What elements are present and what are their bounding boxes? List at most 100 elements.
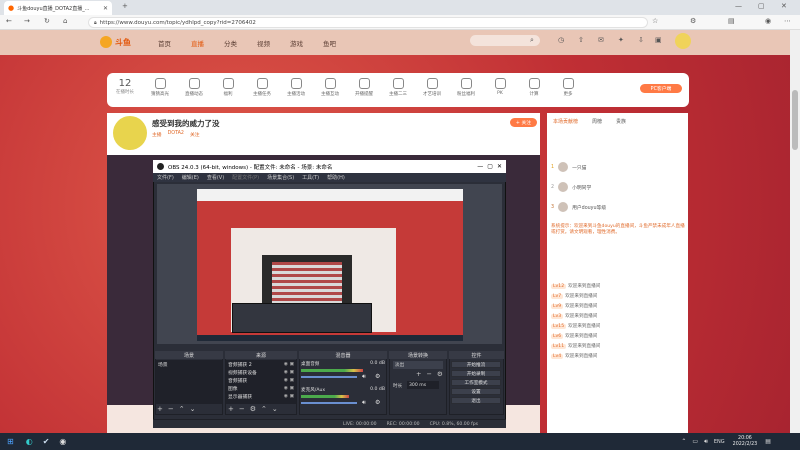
scene-up-icon[interactable]: ⌃ <box>179 405 185 413</box>
duration-input[interactable]: 300 ms <box>407 381 439 389</box>
chat-message[interactable]: Lv6 欢迎来到直播间 <box>551 333 685 339</box>
mixer-settings-icon[interactable]: ⚙ <box>375 373 380 380</box>
feature-item[interactable]: 主播任务 <box>247 78 277 97</box>
settings-button[interactable]: 设置 <box>451 388 501 395</box>
close-window-icon[interactable]: ✕ <box>781 2 787 10</box>
start-streaming-button[interactable]: 开始推流 <box>451 361 501 368</box>
address-bar[interactable]: 🔒︎ https://www.douyu.com/topic/ydhlpd_co… <box>88 17 648 28</box>
obs-menu-view[interactable]: 查看(V) <box>207 174 224 181</box>
follow-button[interactable]: + 关注 <box>510 118 537 127</box>
steam-icon[interactable]: ✔ <box>43 437 50 446</box>
feature-item[interactable]: 计算 <box>519 78 549 97</box>
feature-item[interactable]: 开播提醒 <box>349 78 379 97</box>
chat-message[interactable]: Lv9 欢迎来到直播间 <box>551 303 685 309</box>
room-tag[interactable]: 关注 <box>190 131 200 138</box>
chat-message[interactable]: Lv4 欢迎来到直播间 <box>551 353 685 359</box>
visibility-lock-icons[interactable]: ◉ ▣ <box>284 362 294 367</box>
mixer-settings-icon[interactable]: ⚙ <box>375 399 380 406</box>
feature-item[interactable]: 更多 <box>553 78 583 97</box>
chat-message[interactable]: Lv15 欢迎来到直播间 <box>551 323 685 329</box>
message-icon[interactable]: ✉ <box>598 36 604 44</box>
rank-row[interactable]: 1 一只猫 <box>551 160 685 174</box>
studio-mode-button[interactable]: 工作室模式 <box>451 379 501 386</box>
nav-item-game[interactable]: 游戏 <box>290 38 303 48</box>
feature-item[interactable]: PK <box>485 78 515 96</box>
volume-slider[interactable] <box>301 376 357 378</box>
new-tab-icon[interactable]: + <box>122 2 128 10</box>
site-logo[interactable]: 斗鱼 <box>100 36 131 48</box>
source-settings-icon[interactable]: ⚙ <box>250 405 256 413</box>
remove-transition-icon[interactable]: − <box>426 370 431 378</box>
visibility-lock-icons[interactable]: ◉ ▣ <box>284 370 294 375</box>
feature-item[interactable]: 粉丝福利 <box>451 78 481 97</box>
room-tag[interactable]: DOTA2 <box>168 131 184 138</box>
scene-down-icon[interactable]: ⌄ <box>190 405 196 413</box>
speaker-icon[interactable]: 🔊︎ <box>362 399 366 407</box>
chat-message[interactable]: Lv3 欢迎来到直播间 <box>551 313 685 319</box>
upload-icon[interactable]: ⇧ <box>578 36 584 44</box>
forward-icon[interactable]: → <box>24 17 30 25</box>
add-transition-icon[interactable]: + <box>416 370 421 378</box>
feature-item[interactable]: 主播二三 <box>383 78 413 97</box>
search-icon[interactable]: ⌕ <box>530 36 534 45</box>
maximize-icon[interactable]: ▢ <box>758 2 765 10</box>
refresh-icon[interactable]: ↻ <box>44 17 50 25</box>
edge-browser-icon[interactable]: ◐ <box>26 437 33 446</box>
obs-menu-edit[interactable]: 编辑(E) <box>182 174 199 181</box>
back-icon[interactable]: ← <box>6 17 12 25</box>
feature-item[interactable]: 猜猜高光 <box>145 78 175 97</box>
source-item[interactable]: 音频捕获 2 ◉ ▣ <box>226 360 296 368</box>
volume-icon[interactable]: 🔊︎ <box>704 438 708 446</box>
source-list[interactable]: 音频捕获 2 ◉ ▣ 视频捕获设备 ◉ ▣ 音频捕获 ◉ ▣ 图像 ◉ ▣ 显示器捕获 ◉ ▣ <box>226 360 296 404</box>
pc-client-button[interactable]: PC客户端 <box>640 84 682 93</box>
page-scroll-thumb[interactable] <box>792 90 798 150</box>
scene-item[interactable]: 场景 <box>156 360 222 369</box>
feature-item[interactable]: 主播互动 <box>315 78 345 97</box>
rank-row[interactable]: 2 小明同学 <box>551 180 685 194</box>
exit-button[interactable]: 退出 <box>451 397 501 404</box>
nav-item-category[interactable]: 分类 <box>224 38 237 48</box>
source-item[interactable]: 图像 ◉ ▣ <box>226 384 296 392</box>
start-recording-button[interactable]: 开始录制 <box>451 370 501 377</box>
volume-slider[interactable] <box>301 402 357 404</box>
source-up-icon[interactable]: ⌃ <box>261 405 267 413</box>
obs-menu-scene-collection[interactable]: 场景集合(S) <box>267 174 294 181</box>
visibility-lock-icons[interactable]: ◉ ▣ <box>284 378 294 383</box>
tab-contribution[interactable]: 本场贡献榜 <box>553 118 578 125</box>
notification-icon[interactable]: ✦ <box>618 36 624 44</box>
download-icon[interactable]: ⇩ <box>638 36 644 44</box>
feature-item[interactable]: 主播活动 <box>281 78 311 97</box>
visibility-lock-icons[interactable]: ◉ ▣ <box>284 394 294 399</box>
home-icon[interactable]: ⌂ <box>63 17 67 25</box>
browser-tab[interactable]: ● 斗鱼douyu直播_DOTA2直播_... ✕ <box>4 1 112 15</box>
clock[interactable]: 20:06 2022/2/23 <box>733 436 758 448</box>
nav-item-video[interactable]: 视频 <box>257 38 270 48</box>
close-tab-icon[interactable]: ✕ <box>103 5 108 12</box>
nav-item-home[interactable]: 首页 <box>158 38 171 48</box>
obs-menu-file[interactable]: 文件(F) <box>157 174 174 181</box>
obs-menu-profile[interactable]: 配置文件(P) <box>232 174 259 181</box>
source-item[interactable]: 音频捕获 ◉ ▣ <box>226 376 296 384</box>
anchor-avatar[interactable] <box>113 116 147 150</box>
windows-start-icon[interactable]: ⊞ <box>7 437 14 446</box>
add-source-icon[interactable]: + <box>228 405 234 413</box>
minimize-icon[interactable]: — <box>735 2 742 10</box>
obs-menu-tools[interactable]: 工具(T) <box>302 174 319 181</box>
add-scene-icon[interactable]: + <box>157 405 163 413</box>
nav-item-yuba[interactable]: 鱼吧 <box>323 38 336 48</box>
transition-settings-icon[interactable]: ⚙ <box>437 370 443 378</box>
more-menu-icon[interactable]: ⋯ <box>784 17 791 25</box>
rank-row[interactable]: 3 用户douyu等级 <box>551 200 685 214</box>
tab-weekly[interactable]: 周榜 <box>592 118 602 125</box>
room-tag[interactable]: 主播 <box>152 131 162 138</box>
chat-message[interactable]: Lv11 欢迎来到直播间 <box>551 343 685 349</box>
profile-icon[interactable]: ◉ <box>765 17 771 25</box>
obs-close-icon[interactable]: ✕ <box>497 163 502 170</box>
user-avatar[interactable] <box>675 33 691 49</box>
speaker-icon[interactable]: 🔊︎ <box>362 373 366 381</box>
remove-source-icon[interactable]: − <box>239 405 245 413</box>
language-indicator[interactable]: ENG <box>714 439 725 445</box>
nav-item-live[interactable]: 直播 <box>191 38 204 48</box>
obs-minimize-icon[interactable]: — <box>477 163 483 170</box>
feature-item[interactable]: 直播动态 <box>179 78 209 97</box>
